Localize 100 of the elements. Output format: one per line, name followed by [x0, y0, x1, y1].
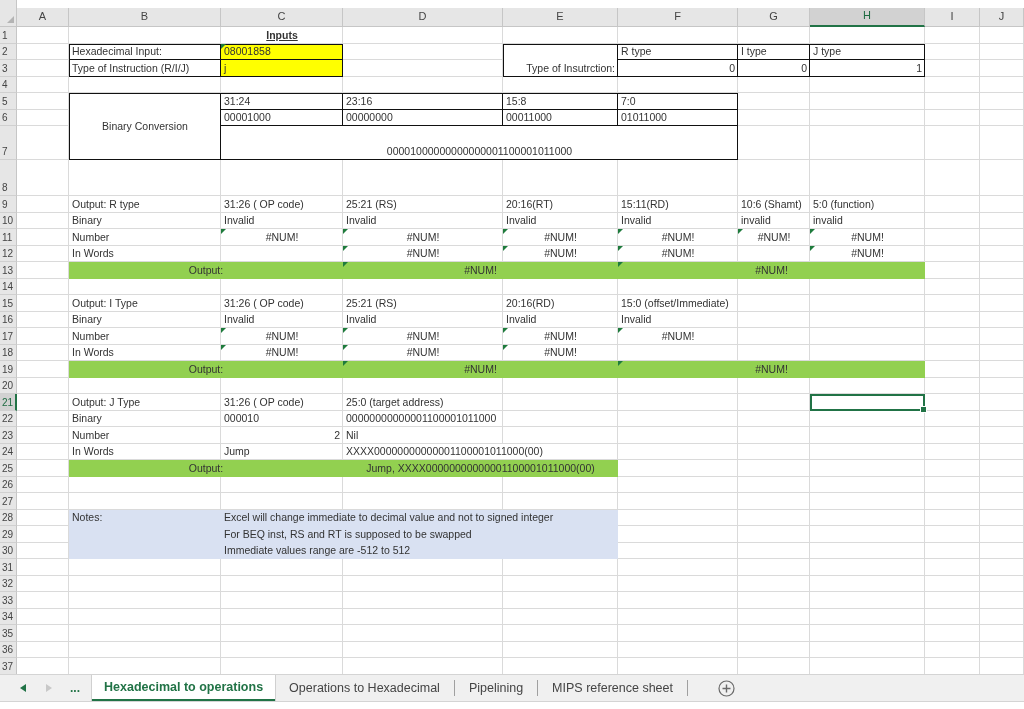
grid-cell[interactable]	[503, 27, 618, 44]
grid-cell[interactable]	[738, 160, 810, 196]
error-flag-icon[interactable]	[343, 328, 348, 333]
grid-cell[interactable]	[618, 559, 738, 576]
grid-cell[interactable]	[343, 592, 503, 609]
grid-cell[interactable]	[738, 344, 810, 361]
grid-cell[interactable]	[17, 377, 69, 394]
grid-cell[interactable]	[738, 575, 810, 592]
grid-cell[interactable]	[980, 625, 1024, 642]
grid-cell[interactable]	[738, 641, 810, 658]
grid-cell[interactable]	[980, 262, 1024, 279]
grid-cell[interactable]	[343, 476, 503, 493]
grid-cell[interactable]	[925, 109, 980, 126]
error-flag-icon[interactable]	[503, 229, 508, 234]
row-header[interactable]: 9	[0, 196, 17, 213]
grid-cell[interactable]	[810, 509, 925, 526]
grid-cell[interactable]	[618, 460, 738, 477]
grid-cell[interactable]	[738, 608, 810, 625]
grid-cell[interactable]	[17, 262, 69, 279]
grid-cell[interactable]	[69, 641, 221, 658]
grid-cell[interactable]	[618, 608, 738, 625]
grid-cell[interactable]	[925, 160, 980, 196]
grid-cell[interactable]	[925, 295, 980, 312]
error-flag-icon[interactable]	[221, 344, 226, 350]
grid-cell[interactable]	[17, 160, 69, 196]
grid-cell[interactable]	[17, 625, 69, 642]
grid-cell[interactable]	[980, 460, 1024, 477]
grid-cell[interactable]	[810, 443, 925, 460]
grid-cell[interactable]	[503, 76, 618, 93]
grid-cell[interactable]	[503, 278, 618, 295]
grid-cell[interactable]	[221, 493, 343, 510]
fill-handle[interactable]	[920, 405, 927, 413]
column-header[interactable]: I	[925, 8, 980, 27]
grid-cell[interactable]	[810, 126, 925, 160]
grid-cell[interactable]	[17, 27, 69, 44]
grid-cell[interactable]	[17, 60, 69, 77]
grid-cell[interactable]	[980, 43, 1024, 60]
grid-cell[interactable]	[738, 328, 810, 345]
grid-cell[interactable]	[503, 625, 618, 642]
grid-cell[interactable]	[221, 641, 343, 658]
grid-cell[interactable]	[980, 493, 1024, 510]
grid-cell[interactable]	[17, 460, 69, 477]
error-flag-icon[interactable]	[738, 229, 743, 234]
grid-cell[interactable]	[503, 410, 618, 427]
grid-cell[interactable]	[980, 377, 1024, 394]
grid-cell[interactable]	[980, 109, 1024, 126]
grid-cell[interactable]	[980, 245, 1024, 262]
grid-cell[interactable]	[69, 377, 221, 394]
grid-cell[interactable]	[69, 493, 221, 510]
row-header[interactable]: 29	[0, 526, 17, 543]
grid-cell[interactable]	[738, 476, 810, 493]
grid-cell[interactable]	[980, 427, 1024, 444]
grid-cell[interactable]	[980, 229, 1024, 246]
grid-cell[interactable]	[980, 575, 1024, 592]
grid-cell[interactable]	[738, 245, 810, 262]
grid-cell[interactable]	[69, 592, 221, 609]
column-header[interactable]: J	[980, 8, 1024, 27]
grid-cell[interactable]	[738, 126, 810, 160]
grid-cell[interactable]	[17, 575, 69, 592]
error-flag-icon[interactable]	[343, 245, 348, 251]
grid-cell[interactable]	[618, 526, 738, 543]
grid-cell[interactable]	[17, 229, 69, 246]
add-sheet-icon[interactable]	[718, 679, 735, 697]
error-flag-icon[interactable]	[810, 229, 815, 234]
sheet-tab[interactable]: MIPS reference sheet	[538, 680, 688, 696]
grid-cell[interactable]	[17, 526, 69, 543]
row-header[interactable]: 7	[0, 126, 17, 160]
grid-cell[interactable]	[810, 592, 925, 609]
row-header[interactable]: 15	[0, 295, 17, 312]
grid-cell[interactable]	[738, 542, 810, 559]
grid-cell[interactable]	[925, 575, 980, 592]
grid-cell[interactable]	[221, 278, 343, 295]
grid-cell[interactable]	[17, 443, 69, 460]
grid-cell[interactable]	[618, 427, 738, 444]
error-flag-icon[interactable]	[503, 245, 508, 251]
grid-cell[interactable]	[618, 410, 738, 427]
grid-cell[interactable]	[618, 394, 738, 411]
grid-cell[interactable]	[503, 559, 618, 576]
grid-cell[interactable]	[980, 278, 1024, 295]
grid-cell[interactable]	[925, 245, 980, 262]
grid-cell[interactable]	[810, 93, 925, 110]
grid-cell[interactable]	[925, 212, 980, 229]
grid-cell[interactable]	[810, 427, 925, 444]
grid-cell[interactable]	[618, 592, 738, 609]
grid-cell[interactable]	[343, 559, 503, 576]
row-header[interactable]: 8	[0, 160, 17, 196]
grid-cell[interactable]	[980, 212, 1024, 229]
grid-cell[interactable]	[738, 493, 810, 510]
grid-cell[interactable]	[925, 641, 980, 658]
grid-cell[interactable]	[221, 160, 343, 196]
column-header[interactable]: F	[618, 8, 738, 27]
column-header[interactable]: A	[17, 8, 69, 27]
row-header[interactable]: 3	[0, 60, 17, 77]
grid-cell[interactable]	[980, 608, 1024, 625]
grid-cell[interactable]	[810, 476, 925, 493]
grid-cell[interactable]	[503, 427, 618, 444]
grid-cell[interactable]	[618, 542, 738, 559]
grid-cell[interactable]	[980, 311, 1024, 328]
grid-cell[interactable]	[925, 625, 980, 642]
grid-cell[interactable]	[343, 27, 503, 44]
